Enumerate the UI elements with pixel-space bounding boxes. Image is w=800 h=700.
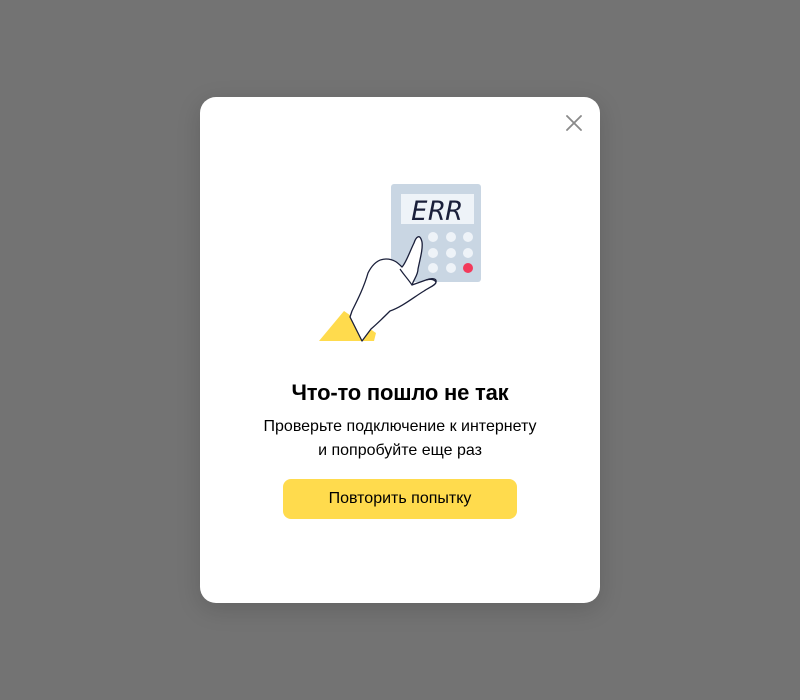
calculator-error-illustration: ERR (319, 184, 481, 342)
retry-button[interactable]: Повторить попытку (283, 479, 517, 519)
error-subtitle-line: Проверьте подключение к интернету (263, 418, 537, 435)
error-subtitle: Проверьте подключение к интернету и попр… (240, 415, 560, 463)
close-button[interactable] (562, 111, 586, 135)
error-modal: ERR Что-то пошло не так Проверьте подклю… (200, 97, 600, 603)
calculator-error-key (463, 263, 473, 273)
close-icon (566, 115, 582, 131)
error-title: Что-то пошло не так (291, 380, 509, 405)
error-subtitle-line: и попробуйте еще раз (318, 442, 482, 459)
calculator-display-text: ERR (411, 196, 463, 227)
